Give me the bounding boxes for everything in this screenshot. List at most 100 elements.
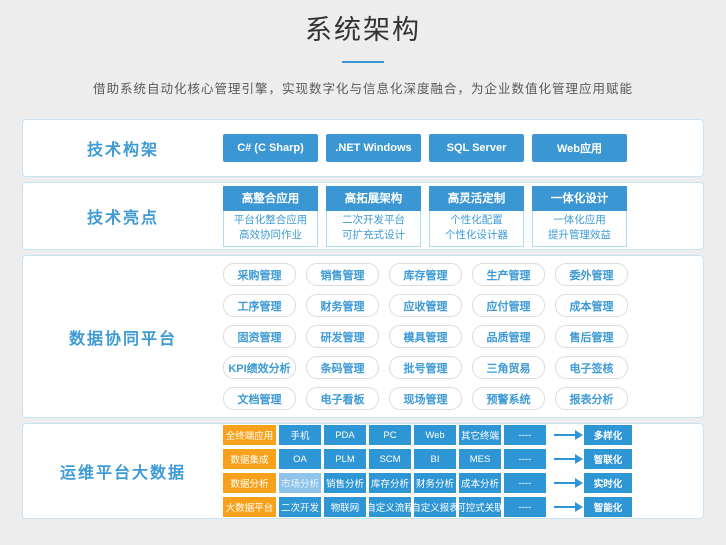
ops-result-box: 智能化: [584, 497, 632, 517]
ops-result-box: 多样化: [584, 425, 632, 445]
module-row: 采购管理销售管理库存管理生产管理委外管理: [223, 263, 703, 286]
ops-item-box: PDA: [324, 425, 366, 445]
module-button: 应收管理: [389, 294, 462, 317]
ops-item-box: PC: [369, 425, 411, 445]
ops-item-box: BI: [414, 449, 456, 469]
module-row: 工序管理财务管理应收管理应付管理成本管理: [223, 294, 703, 317]
ops-item-box: PLM: [324, 449, 366, 469]
module-button: 现场管理: [389, 387, 462, 410]
highlight-body: 个性化配置个性化设计器: [429, 211, 524, 247]
ops-item-box: ----: [504, 497, 546, 517]
highlight-line: 二次开发平台: [327, 213, 420, 228]
module-button: 批号管理: [389, 356, 462, 379]
highlight-line: 可扩充式设计: [327, 228, 420, 243]
module-button: 应付管理: [472, 294, 545, 317]
ops-item-box: 其它终端: [459, 425, 501, 445]
ops-result-box: 实时化: [584, 473, 632, 493]
ops-item-box: 成本分析: [459, 473, 501, 493]
tech-framework-content: C# (C Sharp).NET WindowsSQL ServerWeb应用: [223, 120, 703, 176]
module-button: 售后管理: [555, 325, 628, 348]
highlight-header: 高拓展架构: [326, 186, 421, 211]
highlight-column: 高拓展架构二次开发平台可扩充式设计: [326, 186, 421, 247]
module-button: 生产管理: [472, 263, 545, 286]
ops-item-box: MES: [459, 449, 501, 469]
system-architecture-page: 系统架构 借助系统自动化核心管理引擎，实现数字化与信息化深度融合，为企业数值化管…: [0, 0, 726, 519]
module-button: 研发管理: [306, 325, 379, 348]
highlight-line: 一体化应用: [533, 213, 626, 228]
section-label-data-platform: 数据协同平台: [23, 256, 223, 417]
ops-category-label: 数据集成: [223, 449, 276, 469]
highlight-line: 平台化整合应用: [224, 213, 317, 228]
highlight-header: 高整合应用: [223, 186, 318, 211]
ops-item-box: ----: [504, 449, 546, 469]
module-button: 委外管理: [555, 263, 628, 286]
page-subtitle: 借助系统自动化核心管理引擎，实现数字化与信息化深度融合，为企业数值化管理应用赋能: [0, 78, 726, 97]
module-button: 品质管理: [472, 325, 545, 348]
highlight-body: 平台化整合应用高效协同作业: [223, 211, 318, 247]
module-button: 采购管理: [223, 263, 296, 286]
section-data-platform: 数据协同平台 采购管理销售管理库存管理生产管理委外管理工序管理财务管理应收管理应…: [22, 255, 704, 418]
highlight-body: 二次开发平台可扩充式设计: [326, 211, 421, 247]
ops-row: 大数据平台二次开发物联网自定义流程自定义报表可控式关联----智能化: [223, 497, 703, 517]
ops-item-box: 库存分析: [369, 473, 411, 493]
ops-row: 全终端应用手机PDAPCWeb其它终端---- 多样化: [223, 425, 703, 445]
arrow-right-icon: [554, 506, 576, 508]
highlight-column: 高灵活定制个性化配置个性化设计器: [429, 186, 524, 247]
module-button: 三角贸易: [472, 356, 545, 379]
ops-item-box: Web: [414, 425, 456, 445]
ops-item-box: 财务分析: [414, 473, 456, 493]
module-button: 库存管理: [389, 263, 462, 286]
module-button: 电子看板: [306, 387, 379, 410]
ops-item-box: OA: [279, 449, 321, 469]
module-button: 销售管理: [306, 263, 379, 286]
module-button: 模具管理: [389, 325, 462, 348]
section-ops-platform: 运维平台大数据 全终端应用手机PDAPCWeb其它终端----多样化数据集成OA…: [22, 423, 704, 519]
ops-item-box: ----: [504, 425, 546, 445]
module-button: 固资管理: [223, 325, 296, 348]
module-button: 财务管理: [306, 294, 379, 317]
ops-item-box: 销售分析: [324, 473, 366, 493]
ops-item-box: 可控式关联: [459, 497, 501, 517]
highlight-line: 个性化设计器: [430, 228, 523, 243]
ops-item-box: 二次开发: [279, 497, 321, 517]
ops-item-box: ----: [504, 473, 546, 493]
arrow-right-icon: [554, 482, 576, 484]
section-label-tech-framework: 技术构架: [23, 120, 223, 176]
module-button: 电子签核: [555, 356, 628, 379]
module-button: KPI绩效分析: [223, 356, 296, 379]
ops-row: 数据集成OAPLMSCMBIMES----智联化: [223, 449, 703, 469]
ops-item-box: 自定义流程: [369, 497, 411, 517]
ops-item-box: 物联网: [324, 497, 366, 517]
tech-framework-button: SQL Server: [429, 134, 524, 162]
module-button: 工序管理: [223, 294, 296, 317]
ops-item-box: SCM: [369, 449, 411, 469]
highlight-line: 个性化配置: [430, 213, 523, 228]
module-row: 文档管理电子看板现场管理预警系统报表分析: [223, 387, 703, 410]
cards-container: 技术构架 C# (C Sharp) .NET Windows SQL Server W…: [22, 119, 704, 519]
module-button: 条码管理: [306, 356, 379, 379]
highlight-header: 高灵活定制: [429, 186, 524, 211]
page-title: 系统架构: [0, 12, 726, 48]
ops-item-box: 自定义报表: [414, 497, 456, 517]
module-row: 固资管理研发管理模具管理品质管理售后管理: [223, 325, 703, 348]
module-row: KPI绩效分析条码管理批号管理三角贸易电子签核: [223, 356, 703, 379]
highlight-column: 一体化设计一体化应用提升管理效益: [532, 186, 627, 247]
ops-platform-rows: 全终端应用手机PDAPCWeb其它终端----多样化数据集成OAPLMSCMBI…: [223, 424, 703, 518]
tech-framework-button: C# (C Sharp): [223, 134, 318, 162]
highlight-column: 高整合应用平台化整合应用高效协同作业: [223, 186, 318, 247]
ops-category-label: 数据分析: [223, 473, 276, 493]
ops-item-box: 手机: [279, 425, 321, 445]
tech-highlights-content: 高整合应用平台化整合应用高效协同作业高拓展架构二次开发平台可扩充式设计高灵活定制…: [223, 183, 703, 249]
ops-category-label: 全终端应用: [223, 425, 276, 445]
highlight-line: 高效协同作业: [224, 228, 317, 243]
tech-framework-button: .NET Windows: [326, 134, 421, 162]
module-button: 成本管理: [555, 294, 628, 317]
tech-highlights-columns: 高整合应用平台化整合应用高效协同作业高拓展架构二次开发平台可扩充式设计高灵活定制…: [223, 186, 703, 247]
module-button: 报表分析: [555, 387, 628, 410]
highlight-header: 一体化设计: [532, 186, 627, 211]
data-platform-grid: 采购管理销售管理库存管理生产管理委外管理工序管理财务管理应收管理应付管理成本管理…: [223, 256, 703, 417]
section-tech-framework: 技术构架 C# (C Sharp).NET WindowsSQL ServerW…: [22, 119, 704, 177]
ops-item-box: 市场分析: [279, 473, 321, 493]
module-button: 文档管理: [223, 387, 296, 410]
section-tech-highlights: 技术亮点 高整合应用平台化整合应用高效协同作业高拓展架构二次开发平台可扩充式设计…: [22, 182, 704, 250]
